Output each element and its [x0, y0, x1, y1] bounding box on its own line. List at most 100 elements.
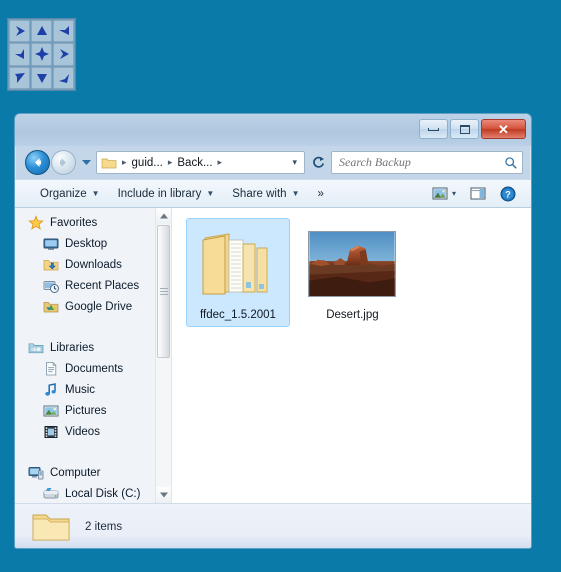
maximize-button[interactable] — [450, 119, 479, 139]
window-controls: ✕ — [419, 119, 526, 139]
nav-pane-scroll-thumb[interactable] — [157, 225, 170, 358]
desert-photo-icon — [308, 231, 397, 297]
help-button[interactable]: ? — [493, 183, 523, 205]
dpad-key-sw[interactable] — [9, 66, 30, 89]
search-input[interactable] — [339, 155, 504, 170]
triangle-down-icon — [36, 73, 47, 83]
dpad-key-se[interactable] — [53, 66, 74, 89]
nav-item-documents-label: Documents — [65, 362, 124, 375]
nav-item-desktop[interactable]: Desktop — [15, 233, 171, 254]
nav-item-recent-places[interactable]: Recent Places — [15, 275, 171, 296]
nav-item-documents[interactable]: Documents — [15, 358, 171, 379]
triangle-left-icon — [14, 49, 24, 60]
minimize-button[interactable] — [419, 119, 448, 139]
nav-item-google-drive[interactable]: Google Drive — [15, 296, 171, 317]
toolbar-overflow[interactable]: » — [309, 184, 333, 204]
nav-pane-scrollbar[interactable] — [155, 208, 171, 503]
nav-item-local-disk-c[interactable]: Local Disk (C:) — [15, 483, 171, 503]
dpad-key-center[interactable] — [31, 43, 52, 66]
star-icon — [28, 214, 44, 230]
nav-group-libraries-header[interactable]: Libraries — [15, 337, 171, 358]
breadcrumb-separator-1[interactable]: ▸ — [165, 157, 176, 168]
navigation-pane: Favorites Desktop Downloads Recent Place… — [15, 208, 172, 503]
search-box[interactable] — [331, 151, 523, 174]
change-view-button[interactable]: ▾ — [425, 183, 463, 204]
dpad-key-ne[interactable] — [53, 20, 74, 43]
preview-pane-button[interactable] — [463, 183, 493, 204]
nav-item-downloads[interactable]: Downloads — [15, 254, 171, 275]
arrow-left-icon — [35, 158, 41, 167]
triangle-left-icon — [58, 73, 69, 83]
videos-icon — [44, 425, 58, 438]
dpad-key-right[interactable] — [53, 43, 74, 66]
nav-group-computer-label: Computer — [50, 466, 101, 479]
nav-item-videos-label: Videos — [65, 425, 100, 438]
computer-icon — [28, 466, 44, 479]
file-item-folder[interactable]: ffdec_1.5.2001 — [186, 218, 290, 327]
dpad-key-up[interactable] — [31, 20, 52, 43]
nav-group-favorites-label: Favorites — [50, 216, 98, 229]
explorer-body: Favorites Desktop Downloads Recent Place… — [15, 208, 531, 503]
file-explorer-window: ✕ ▸ guid... ▸ Back... ▸ ▾ Search Backup … — [14, 113, 532, 549]
google-drive-icon — [43, 301, 59, 312]
toolbar-overflow-label: » — [317, 187, 324, 200]
help-icon: ? — [500, 186, 516, 201]
nav-group-favorites-header[interactable]: Favorites — [15, 212, 171, 233]
breadcrumb-item-0[interactable]: guid... — [132, 157, 163, 169]
nav-item-pictures[interactable]: Pictures — [15, 400, 171, 421]
preview-pane-icon — [470, 187, 486, 200]
triangle-right-icon — [59, 49, 69, 60]
music-icon — [45, 382, 56, 396]
nav-item-videos[interactable]: Videos — [15, 421, 171, 442]
triangle-up-icon — [36, 26, 47, 36]
toolbar-share-with[interactable]: Share with ▼ — [223, 184, 308, 204]
address-bar-row: ▸ guid... ▸ Back... ▸ ▾ — [15, 146, 531, 179]
command-toolbar: Organize ▼ Include in library ▼ Share wi… — [15, 179, 531, 208]
breadcrumb-separator-0[interactable]: ▸ — [119, 157, 130, 168]
dpad-key-left[interactable] — [9, 43, 30, 66]
pictures-icon — [43, 405, 59, 416]
nav-item-music-label: Music — [65, 383, 96, 396]
file-item-image[interactable]: Desert.jpg — [300, 218, 404, 327]
documents-icon — [46, 361, 57, 375]
diamond-icon — [34, 47, 49, 62]
hard-disk-icon — [43, 487, 59, 498]
breadcrumb-dropdown[interactable]: ▾ — [292, 157, 300, 168]
nav-group-spacer-2 — [15, 442, 171, 458]
dpad-key-down[interactable] — [31, 66, 52, 89]
scroll-thumb-grip — [159, 286, 168, 297]
breadcrumb-item-1[interactable]: Back... — [177, 157, 212, 169]
triangle-left-icon — [58, 26, 69, 36]
toolbar-organize[interactable]: Organize ▼ — [31, 184, 109, 204]
nav-item-downloads-label: Downloads — [65, 258, 122, 271]
breadcrumb-separator-2[interactable]: ▸ — [215, 157, 226, 168]
toolbar-include-in-library[interactable]: Include in library ▼ — [109, 184, 224, 204]
scroll-down-button[interactable] — [156, 487, 171, 503]
chevron-down-icon — [81, 160, 91, 165]
toolbar-include-in-library-label: Include in library — [117, 187, 202, 200]
close-button[interactable]: ✕ — [481, 119, 526, 139]
scroll-up-button[interactable] — [156, 208, 171, 224]
refresh-button[interactable] — [309, 155, 327, 170]
nav-item-google-drive-label: Google Drive — [65, 300, 133, 313]
nav-group-computer-header[interactable]: Computer — [15, 462, 171, 483]
libraries-icon — [28, 342, 44, 353]
breadcrumb[interactable]: ▸ guid... ▸ Back... ▸ ▾ — [96, 151, 305, 174]
nav-item-music[interactable]: Music — [15, 379, 171, 400]
forward-button[interactable] — [51, 150, 76, 175]
folder-icon — [32, 514, 70, 540]
nav-item-desktop-label: Desktop — [65, 237, 108, 250]
window-titlebar[interactable]: ✕ — [15, 114, 531, 146]
refresh-icon — [312, 156, 324, 168]
chevron-down-icon[interactable]: ▾ — [452, 189, 456, 198]
image-thumbnail — [302, 224, 402, 304]
file-list-view[interactable]: ffdec_1.5.2001 Desert.jpg — [172, 208, 531, 503]
back-button[interactable] — [25, 150, 50, 175]
dpad-key-nw[interactable] — [9, 20, 30, 43]
minimize-icon — [428, 127, 439, 131]
recent-places-icon — [43, 280, 59, 293]
arrow-pad-widget[interactable] — [7, 18, 76, 91]
chevron-down-icon: ▼ — [91, 189, 100, 198]
recent-pages-button[interactable] — [80, 159, 92, 166]
search-icon[interactable] — [504, 156, 518, 170]
